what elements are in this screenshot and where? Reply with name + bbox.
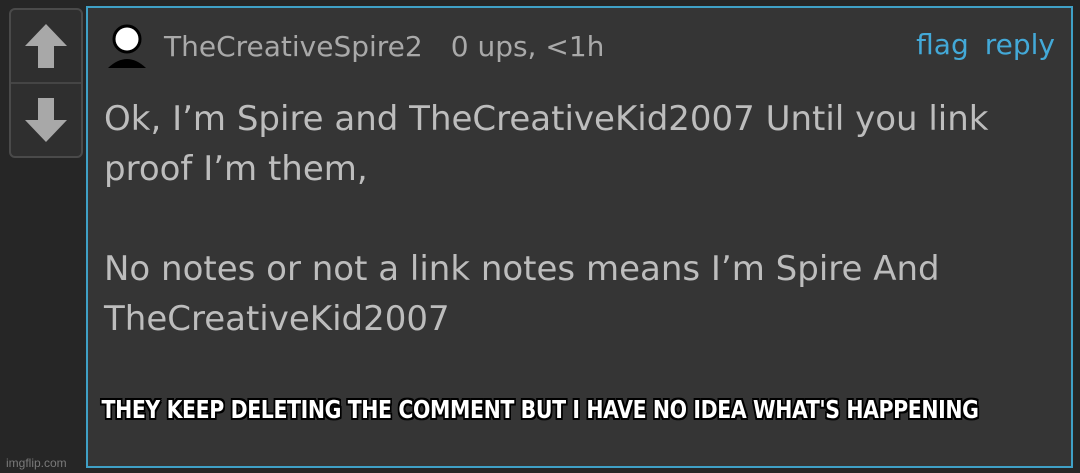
downvote-button[interactable] (11, 84, 81, 156)
comment-meta: 0 ups, <1h (450, 29, 605, 63)
comment-actions: flag reply (916, 28, 1055, 61)
comment-body: Ok, I’m Spire and TheCreativeKid2007 Unt… (104, 94, 1054, 344)
meme-canvas: TheCreativeSpire2 0 ups, <1h flag reply … (0, 0, 1080, 473)
meme-caption: THEY KEEP DELETING THE COMMENT BUT I HAV… (101, 395, 979, 424)
comment-paragraph-2: No notes or not a link notes means I’m S… (104, 249, 940, 339)
comment-paragraph-1: Ok, I’m Spire and TheCreativeKid2007 Unt… (104, 99, 989, 189)
upvote-button[interactable] (11, 10, 81, 82)
arrow-up-icon (25, 24, 67, 68)
flag-link[interactable]: flag (916, 28, 969, 61)
user-avatar-icon[interactable] (102, 22, 152, 70)
comment-username[interactable]: TheCreativeSpire2 (164, 30, 423, 63)
vote-column (9, 8, 83, 158)
comment-header: TheCreativeSpire2 0 ups, <1h (102, 22, 605, 70)
arrow-down-icon (25, 98, 67, 142)
watermark: imgflip.com (6, 456, 67, 470)
reply-link[interactable]: reply (985, 28, 1055, 61)
